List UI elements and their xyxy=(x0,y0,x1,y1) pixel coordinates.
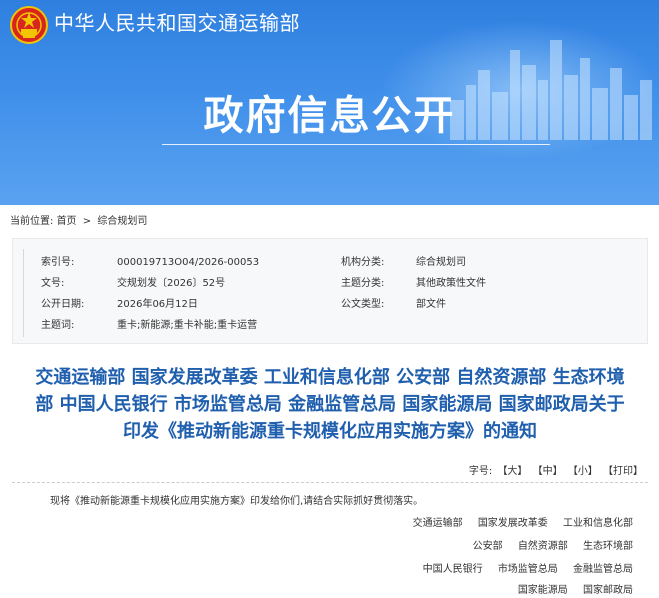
national-emblem-icon xyxy=(10,6,48,44)
info-key: 公文类型: xyxy=(341,299,385,310)
info-value: 000019713O04/2026-00053 xyxy=(117,257,260,268)
ministry-name[interactable]: 中华人民共和国交通运输部 xyxy=(54,10,300,36)
signatory-row: 国家能源局 国家邮政局 xyxy=(506,584,633,598)
signatory-row: 中国人民银行 市场监管总局 金融监管总局 xyxy=(411,563,633,577)
breadcrumb-home-link[interactable]: 首页 xyxy=(57,216,77,227)
info-value: 交规划发〔2026〕52号 xyxy=(117,278,226,289)
info-row: 主题词: 重卡;新能源;重卡补能;重卡运营 xyxy=(13,316,649,336)
signatory-row: 交通运输部 国家发展改革委 工业和信息化部 xyxy=(401,517,633,531)
font-size-tools: 字号: 【大】 【中】 【小】 【打印】 xyxy=(467,465,643,479)
article-title-line: 部 中国人民银行 市场监管总局 金融监管总局 国家能源局 国家邮政局关于 xyxy=(35,394,625,415)
page-title: 政府信息公开 xyxy=(203,93,456,139)
signatory: 金融监管总局 xyxy=(573,564,633,575)
signatory: 国家能源局 xyxy=(517,585,568,596)
info-key: 索引号: xyxy=(41,257,75,268)
header-banner: 中华人民共和国交通运输部 政府信息公开 xyxy=(0,0,659,205)
info-value: 部文件 xyxy=(416,299,446,310)
article-title-line: 印发《推动新能源重卡规模化应用实施方案》的通知 xyxy=(123,421,537,442)
info-key: 主题词: xyxy=(41,320,75,331)
title-underline xyxy=(162,144,550,145)
info-key: 主题分类: xyxy=(341,278,385,289)
breadcrumb-separator: > xyxy=(82,216,92,227)
info-key: 机构分类: xyxy=(341,257,385,268)
signatory: 国家邮政局 xyxy=(583,585,633,596)
info-row: 公开日期: 2026年06月12日 公文类型: 部文件 xyxy=(13,295,649,315)
info-value: 重卡;新能源;重卡补能;重卡运营 xyxy=(117,320,258,331)
font-size-label: 字号: xyxy=(468,466,493,477)
signatory: 工业和信息化部 xyxy=(563,518,633,529)
signatory: 自然资源部 xyxy=(517,541,568,552)
article-title: 交通运输部 国家发展改革委 工业和信息化部 公安部 自然资源部 生态环境 部 中… xyxy=(20,364,640,445)
info-key: 文号: xyxy=(41,278,65,289)
document-info-table: 索引号: 000019713O04/2026-00053 机构分类: 综合规划司… xyxy=(12,238,648,344)
font-size-medium-button[interactable]: 【中】 xyxy=(533,466,563,477)
breadcrumb: 当前位置: 首页 > 综合规划司 xyxy=(10,215,147,229)
signatory: 市场监管总局 xyxy=(497,564,558,575)
breadcrumb-prefix: 当前位置: xyxy=(10,216,54,227)
signatory: 交通运输部 xyxy=(412,518,463,529)
info-value: 2026年06月12日 xyxy=(117,299,198,310)
signatory: 中国人民银行 xyxy=(422,564,483,575)
article-title-line: 交通运输部 国家发展改革委 工业和信息化部 公安部 自然资源部 生态环境 xyxy=(35,367,625,388)
info-row: 文号: 交规划发〔2026〕52号 主题分类: 其他政策性文件 xyxy=(13,274,649,294)
body-paragraph: 现将《推动新能源重卡规模化应用实施方案》印发给你们,请结合实际抓好贯彻落实。 xyxy=(50,496,424,507)
signatory: 生态环境部 xyxy=(583,541,633,552)
info-key: 公开日期: xyxy=(41,299,85,310)
info-row: 索引号: 000019713O04/2026-00053 机构分类: 综合规划司 xyxy=(13,253,649,273)
info-value: 综合规划司 xyxy=(416,257,466,268)
signatory: 公安部 xyxy=(472,541,503,552)
article-divider xyxy=(12,482,648,483)
font-size-large-button[interactable]: 【大】 xyxy=(497,466,527,477)
signatory: 国家发展改革委 xyxy=(477,518,548,529)
font-size-small-button[interactable]: 【小】 xyxy=(568,466,598,477)
info-value: 其他政策性文件 xyxy=(416,278,486,289)
signatory-row: 公安部 自然资源部 生态环境部 xyxy=(461,540,633,554)
print-button[interactable]: 【打印】 xyxy=(603,466,643,477)
breadcrumb-department-link[interactable]: 综合规划司 xyxy=(97,216,147,227)
